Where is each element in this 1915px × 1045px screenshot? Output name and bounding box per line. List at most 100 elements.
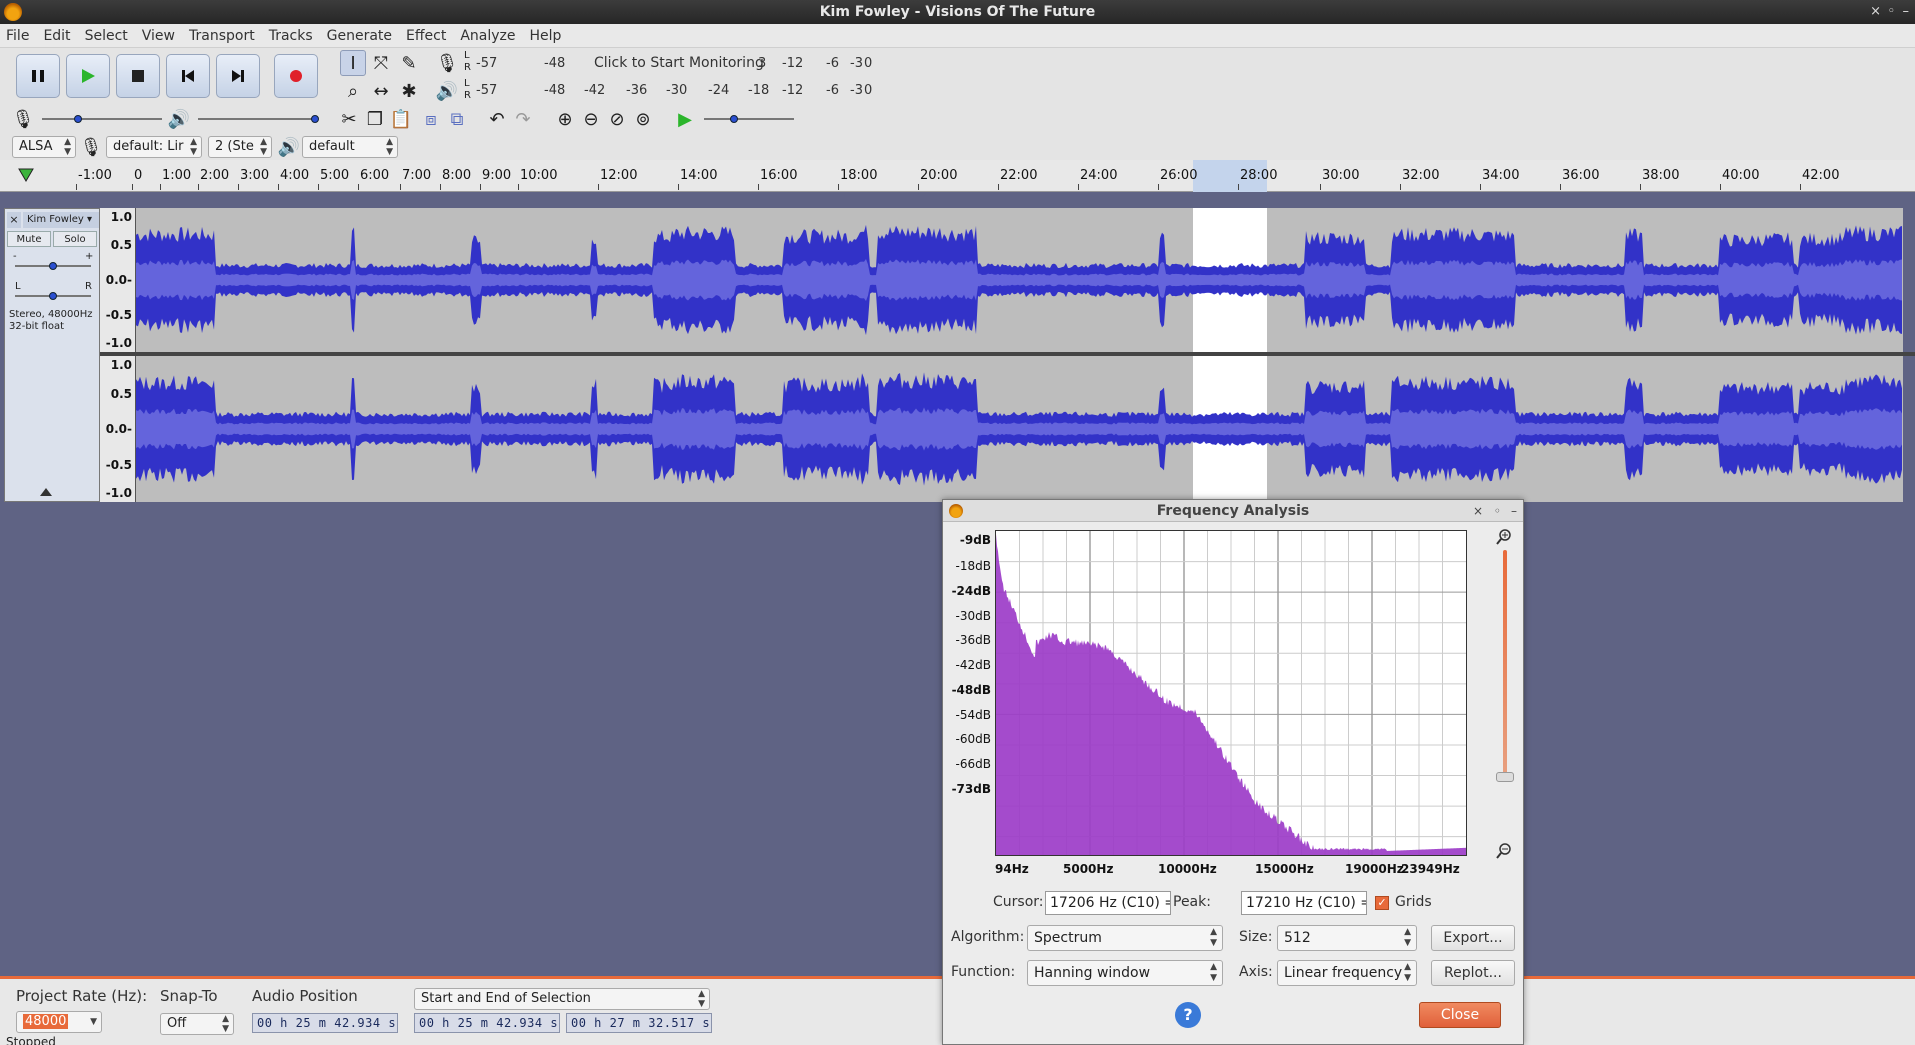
zoom-out-icon[interactable] [1495, 842, 1513, 860]
menu-transport[interactable]: Transport [189, 28, 255, 44]
grids-checkbox[interactable]: ✓ [1375, 896, 1389, 910]
dialog-maximize-icon[interactable]: ◦ [1494, 500, 1501, 522]
silence-icon[interactable]: ⧉ [444, 106, 470, 132]
replot-button[interactable]: Replot... [1431, 960, 1515, 986]
window-minimize-icon[interactable]: – [1903, 0, 1910, 24]
menu-tracks[interactable]: Tracks [269, 28, 313, 44]
recording-channels-select[interactable]: 2 (Ste ▲ ▼ [208, 136, 272, 158]
recording-volume-knob[interactable] [74, 115, 82, 123]
collapse-track-icon[interactable] [39, 487, 53, 497]
zoom-in-icon[interactable] [1495, 528, 1513, 546]
channel1-waveform[interactable] [136, 208, 1903, 352]
envelope-tool-icon[interactable]: ⤧ [368, 50, 394, 76]
playback-volume-knob[interactable] [311, 115, 319, 123]
recording-device-select[interactable]: default: Lir ▲ ▼ [106, 136, 202, 158]
selection-start-field[interactable]: 00 h 25 m 42.934 s [414, 1013, 560, 1033]
multi-tool-icon[interactable]: ✱ [396, 78, 422, 104]
menu-select[interactable]: Select [85, 28, 128, 44]
ruler-tick-mark [318, 184, 319, 190]
record-meter[interactable]: -57 -48 Click to Start Monitoring 3 -12 … [476, 52, 876, 74]
ruler-tick-label: 1:00 [162, 168, 192, 183]
play-head-icon[interactable] [18, 168, 34, 182]
gain-knob[interactable] [49, 262, 57, 270]
solo-button[interactable]: Solo [53, 231, 97, 247]
record-button[interactable] [274, 54, 318, 98]
play-at-speed-icon[interactable]: ▶ [672, 106, 698, 132]
menu-file[interactable]: File [6, 28, 29, 44]
track-name-menu[interactable]: Kim Fowley ▾ [23, 212, 99, 228]
spectrum-zoom-slider[interactable] [1503, 550, 1507, 776]
playback-device-speaker-icon: 🔊 [277, 136, 301, 158]
audio-position-field[interactable]: 00 h 25 m 42.934 s [252, 1013, 398, 1033]
undo-icon[interactable]: ↶ [484, 106, 510, 132]
zoom-out-icon[interactable]: ⊖ [578, 106, 604, 132]
ruler-tick-mark [598, 184, 599, 190]
copy-icon[interactable]: ❐ [362, 106, 388, 132]
menu-effect[interactable]: Effect [406, 28, 446, 44]
menu-view[interactable]: View [142, 28, 175, 44]
ruler-tick-label: 16:00 [760, 168, 798, 183]
skip-end-button[interactable] [216, 54, 260, 98]
menu-analyze[interactable]: Analyze [460, 28, 515, 44]
dialog-minimize-icon[interactable]: – [1511, 500, 1517, 522]
close-button[interactable]: Close [1419, 1002, 1501, 1028]
mute-button[interactable]: Mute [7, 231, 51, 247]
fit-project-icon[interactable]: ⊚ [630, 106, 656, 132]
snap-to-select[interactable]: Off ▲ ▼ [160, 1013, 234, 1035]
cursor-value-field[interactable]: 17206 Hz (C10) = -72 [1045, 891, 1171, 915]
playback-volume-slider[interactable] [198, 118, 318, 120]
axis-select[interactable]: Linear frequency ▲ ▼ [1277, 960, 1417, 986]
zoom-tool-icon[interactable]: ⌕ [340, 78, 366, 104]
size-select[interactable]: 512 ▲ ▼ [1277, 925, 1417, 951]
play-button[interactable] [66, 54, 110, 98]
window-maximize-icon[interactable]: ◦ [1887, 0, 1895, 24]
zoom-in-icon[interactable]: ⊕ [552, 106, 578, 132]
record-meter-channel-l: L [464, 50, 470, 61]
redo-icon[interactable]: ↷ [510, 106, 536, 132]
dialog-close-icon[interactable]: × [1473, 500, 1483, 522]
function-select[interactable]: Hanning window ▲ ▼ [1027, 960, 1223, 986]
selection-end-field[interactable]: 00 h 27 m 32.517 s [566, 1013, 712, 1033]
play-meter[interactable]: -57 -48 -42 -36 -30 -24 -18 -12 -6 -3 0 [476, 79, 876, 101]
help-icon[interactable]: ? [1175, 1002, 1201, 1028]
cut-icon[interactable]: ✂ [336, 106, 362, 132]
ruler-tick-mark [238, 184, 239, 190]
export-button[interactable]: Export... [1431, 925, 1515, 951]
spectrum-db-label: -30dB [955, 609, 991, 623]
track-close-button[interactable]: × [7, 212, 21, 228]
record-meter-start-monitoring[interactable]: Click to Start Monitoring [594, 55, 764, 71]
draw-tool-icon[interactable]: ✎ [396, 50, 422, 76]
skip-start-button[interactable] [166, 54, 210, 98]
trim-icon[interactable]: ⧈ [418, 106, 444, 132]
play-speed-slider[interactable] [704, 118, 794, 120]
spectrum-db-label: -66dB [955, 757, 991, 771]
menu-help[interactable]: Help [530, 28, 562, 44]
selection-tool-icon[interactable]: I [340, 50, 366, 76]
fit-selection-icon[interactable]: ⊘ [604, 106, 630, 132]
selection-mode-select[interactable]: Start and End of Selection ▲ ▼ [414, 988, 710, 1010]
audio-host-select[interactable]: ALSA ▲ ▼ [12, 136, 76, 158]
ruler-tick-mark [76, 184, 77, 190]
play-meter-speaker-icon[interactable]: 🔊 [434, 78, 460, 104]
play-speed-knob[interactable] [730, 115, 738, 123]
window-close-icon[interactable]: × [1870, 0, 1881, 24]
play-meter-tick: -48 [544, 82, 566, 98]
paste-icon[interactable]: 📋 [388, 106, 414, 132]
timeshift-tool-icon[interactable]: ↔ [368, 78, 394, 104]
playback-device-select[interactable]: default ▲ ▼ [302, 136, 398, 158]
record-meter-mic-icon[interactable]: 🎙 [434, 50, 460, 76]
pan-knob[interactable] [49, 292, 57, 300]
channel2-waveform[interactable] [136, 356, 1903, 502]
stop-button[interactable] [116, 54, 160, 98]
pause-button[interactable] [16, 54, 60, 98]
menu-generate[interactable]: Generate [327, 28, 392, 44]
project-rate-select[interactable]: 48000 ▼ [16, 1011, 102, 1033]
recording-volume-slider[interactable] [42, 118, 162, 120]
spectrum-zoom-knob[interactable] [1496, 772, 1514, 782]
timeline-ruler[interactable]: -1:00 0 1:00 2:00 3:00 4:00 5:00 6:00 7:00 8:00 9:… [0, 160, 1915, 192]
peak-value-field[interactable]: 17210 Hz (C10) = -73 [1241, 891, 1367, 915]
play-meter-tick: -3 [850, 82, 863, 98]
spectrum-plot[interactable] [995, 530, 1467, 856]
algorithm-select[interactable]: Spectrum ▲ ▼ [1027, 925, 1223, 951]
menu-edit[interactable]: Edit [43, 28, 70, 44]
